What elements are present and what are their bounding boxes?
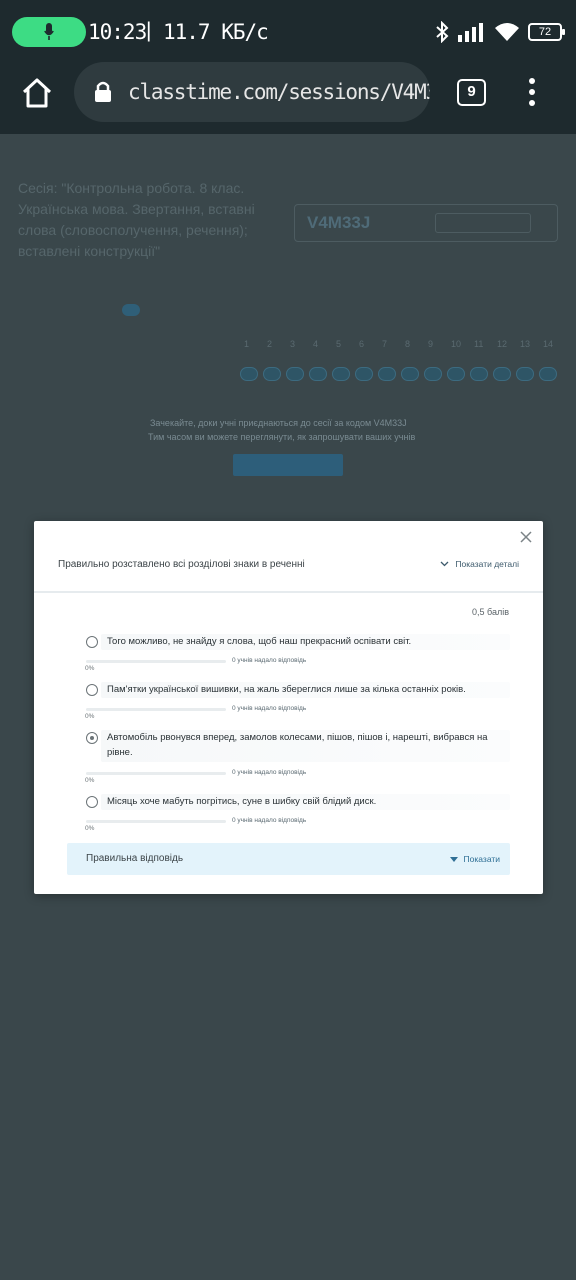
answer-percent: 0%: [85, 825, 95, 832]
status-bar: 10:23 | 11.7 КБ/с 72: [0, 0, 576, 62]
question-number: 1: [244, 339, 250, 349]
question-status-dot: [332, 367, 350, 381]
question-number: 12: [497, 339, 508, 349]
correct-answer-label: Правильна відповідь: [86, 853, 184, 864]
session-code-box: V4M33J: [294, 204, 558, 242]
session-code: V4M33J: [307, 213, 371, 232]
question-number: 10: [451, 339, 462, 349]
answer-count: 0 учнів надало відповідь: [232, 657, 307, 664]
wifi-icon: [495, 23, 519, 41]
address-bar[interactable]: classtime.com/sessions/V4M3: [74, 62, 430, 122]
radio-checked-icon[interactable]: [86, 732, 98, 744]
answer-option-text: Автомобіль рвонувся вперед, замолов коле…: [107, 732, 488, 758]
question-number: 9: [428, 339, 434, 349]
share-code-button: [435, 213, 531, 233]
question-status-dot: [309, 367, 327, 381]
points-label: 0,5 балів: [472, 607, 509, 617]
question-status-dot: [470, 367, 488, 381]
signal-icon: [458, 23, 483, 42]
browser-toolbar: classtime.com/sessions/V4M3 9: [0, 62, 576, 134]
answer-count: 0 учнів надало відповідь: [232, 705, 307, 712]
question-status-dot: [401, 367, 419, 381]
question-title: Правильно розставлено всі розділові знак…: [58, 559, 305, 570]
question-number: 13: [520, 339, 531, 349]
show-details-button[interactable]: Показати деталі: [440, 559, 519, 569]
question-status-dot: [493, 367, 511, 381]
invite-students-button: [233, 454, 343, 476]
answer-progress-bar: [86, 708, 226, 711]
toggle-switch: [122, 304, 140, 316]
url-text: classtime.com/sessions/V4M3: [128, 80, 430, 104]
network-speed: 11.7 КБ/с: [163, 20, 269, 44]
divider: [34, 591, 543, 593]
question-number: 14: [543, 339, 554, 349]
bluetooth-icon: [436, 21, 449, 43]
question-status-dot: [539, 367, 557, 381]
status-icons: 72: [434, 18, 565, 46]
answer-percent: 0%: [85, 665, 95, 672]
answer-option-text: Місяць хоче мабуть погрітись, суне в шиб…: [107, 796, 377, 807]
show-correct-answer-button[interactable]: Показати: [449, 854, 500, 864]
question-status-dot: [424, 367, 442, 381]
clock: 10:23: [88, 20, 147, 44]
question-number: 7: [382, 339, 388, 349]
question-status-dot: [263, 367, 281, 381]
close-icon[interactable]: [520, 531, 532, 543]
question-number: 8: [405, 339, 411, 349]
radio-icon[interactable]: [86, 636, 98, 648]
microphone-icon: [44, 23, 54, 40]
chevron-down-icon: [440, 561, 449, 567]
radio-icon[interactable]: [86, 684, 98, 696]
lock-icon: [95, 81, 111, 102]
question-status-dot: [286, 367, 304, 381]
background-page: Сесія: "Контрольна робота. 8 клас. Украї…: [0, 134, 576, 524]
answer-progress-bar: [86, 772, 226, 775]
question-status-dot: [378, 367, 396, 381]
question-status-dot: [516, 367, 534, 381]
question-number: 5: [336, 339, 342, 349]
battery-icon: 72: [528, 23, 565, 41]
question-status-dot: [240, 367, 258, 381]
answer-count: 0 учнів надало відповідь: [232, 769, 307, 776]
mic-active-indicator[interactable]: [12, 17, 86, 47]
answer-option-text: Того можливо, не знайду я слова, щоб наш…: [107, 636, 412, 647]
answer-option-text: Пам'ятки української вишивки, на жаль зб…: [107, 684, 466, 695]
show-details-label: Показати деталі: [455, 559, 519, 569]
answer-percent: 0%: [85, 777, 95, 784]
session-title: Сесія: "Контрольна робота. 8 клас. Украї…: [18, 180, 255, 259]
question-number: 3: [290, 339, 296, 349]
tabs-button[interactable]: 9: [457, 79, 486, 106]
question-number: 4: [313, 339, 319, 349]
question-number: 11: [474, 339, 484, 349]
question-status-dot: [447, 367, 465, 381]
home-icon[interactable]: [20, 76, 54, 110]
answer-progress-bar: [86, 660, 226, 663]
answer-progress-bar: [86, 820, 226, 823]
answer-percent: 0%: [85, 713, 95, 720]
status-separator: |: [146, 19, 152, 42]
question-details-modal: Правильно розставлено всі розділові знак…: [34, 521, 543, 894]
waiting-text-1: Зачекайте, доки учні приєднаються до сес…: [150, 418, 407, 428]
question-number: 2: [267, 339, 273, 349]
radio-icon[interactable]: [86, 796, 98, 808]
correct-answer-bar[interactable]: Правильна відповідь Показати: [67, 843, 510, 875]
answer-count: 0 учнів надало відповідь: [232, 817, 307, 824]
more-menu-icon[interactable]: [528, 78, 536, 108]
question-number: 6: [359, 339, 365, 349]
question-status-dot: [355, 367, 373, 381]
waiting-text-2: Тим часом ви можете переглянути, як запр…: [148, 432, 416, 442]
caret-down-icon: [449, 856, 458, 862]
show-label: Показати: [463, 854, 500, 864]
